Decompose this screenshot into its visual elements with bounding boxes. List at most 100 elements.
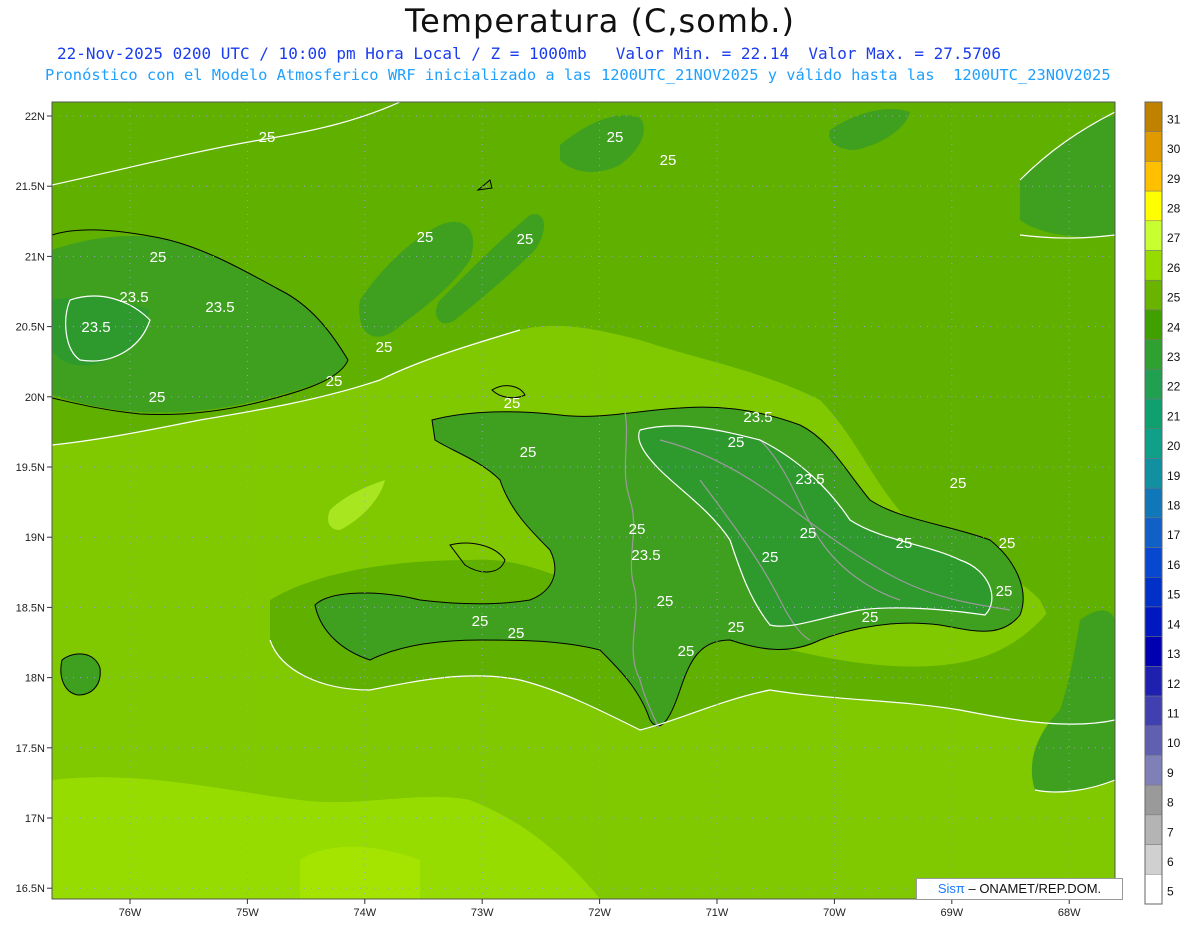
colorbar-swatch: [1144, 250, 1163, 281]
contour-label: 25: [629, 521, 646, 538]
colorbar-label: 28: [1167, 201, 1181, 215]
contour-label: 23.5: [119, 289, 148, 306]
temperature-map: 25 25 25 25 25 25 23.5 23.5 23.5 25 25 25 25 25 23.5 25…: [0, 0, 1200, 927]
colorbar-swatch: [1144, 547, 1163, 578]
colorbar-swatch: [1144, 220, 1163, 251]
contour-label: 25: [472, 613, 489, 630]
colorbar-swatch: [1144, 606, 1163, 637]
colorbar-label: 31: [1167, 112, 1181, 126]
lon-label: 76W: [119, 907, 142, 919]
colorbar-label: 8: [1167, 796, 1174, 810]
colorbar-swatch: [1144, 666, 1163, 697]
colorbar-label: 16: [1167, 558, 1181, 572]
lon-label: 74W: [353, 907, 376, 919]
lon-label: 72W: [588, 907, 611, 919]
contour-label: 25: [508, 625, 525, 642]
lon-label: 73W: [471, 907, 494, 919]
contour-label: 23.5: [631, 547, 660, 564]
colorbar-swatch: [1144, 487, 1163, 519]
lat-label: 22N: [25, 111, 45, 123]
contour-label: 23.5: [795, 471, 824, 488]
colorbar-swatch: [1144, 369, 1163, 400]
colorbar-label: 30: [1167, 142, 1181, 156]
colorbar-swatch: [1144, 161, 1163, 192]
colorbar-label: 22: [1167, 380, 1181, 394]
contour-label: 25: [520, 444, 537, 461]
colorbar-label: 21: [1167, 409, 1181, 423]
colorbar-swatch: [1144, 695, 1163, 727]
contour-label: 25: [678, 643, 695, 660]
contour-label: 25: [376, 339, 393, 356]
colorbar-label: 12: [1167, 677, 1181, 691]
contour-label: 23.5: [81, 319, 110, 336]
colorbar-label: 23: [1167, 350, 1181, 364]
colorbar-swatch: [1144, 517, 1163, 548]
contour-label: 25: [660, 152, 677, 169]
lon-label: 68W: [1058, 907, 1081, 919]
lat-label: 19N: [25, 532, 45, 544]
lon-label: 70W: [823, 907, 846, 919]
colorbar-swatch: [1144, 428, 1163, 459]
colorbar-swatch: [1144, 309, 1163, 340]
contour-label: 25: [862, 609, 879, 626]
shaded-field: [52, 102, 1115, 899]
contour-label: 25: [762, 549, 779, 566]
contour-label: 25: [728, 619, 745, 636]
contour-label: 25: [517, 231, 534, 248]
contour-label: 25: [504, 395, 521, 412]
contour-label: 25: [996, 583, 1013, 600]
colorbar-swatch: [1144, 279, 1163, 311]
lon-label: 75W: [236, 907, 259, 919]
colorbar-swatch: [1144, 755, 1163, 786]
colorbar-label: 13: [1167, 647, 1181, 661]
lat-label: 17.5N: [16, 743, 45, 755]
contour-label: 23.5: [205, 299, 234, 316]
lat-label: 17N: [25, 813, 45, 825]
colorbar-swatch: [1144, 784, 1163, 816]
contour-label: 25: [950, 475, 967, 492]
lat-label: 20N: [25, 392, 45, 404]
colorbar-label: 25: [1167, 291, 1181, 305]
lat-label: 21.5N: [16, 181, 45, 193]
contour-label: 25: [728, 434, 745, 451]
colorbar-swatch: [1144, 131, 1163, 162]
lat-label: 18.5N: [16, 602, 45, 614]
colorbar-swatch: [1144, 874, 1163, 905]
latitude-axis: 22N 21.5N 21N 20.5N 20N 19.5N 19N 18.5N 18N 17.5N…: [16, 111, 52, 895]
colorbar-swatch: [1144, 636, 1163, 667]
colorbar-label: 11: [1167, 706, 1180, 720]
contour-label: 25: [259, 129, 276, 146]
colorbar-label: 24: [1167, 320, 1181, 334]
contour-label: 25: [326, 373, 343, 390]
longitude-axis: 76W 75W 74W 73W 72W 71W 70W 69W 68W: [119, 899, 1081, 919]
lat-label: 18N: [25, 673, 45, 685]
contour-label: 23.5: [743, 409, 772, 426]
contour-label: 25: [417, 229, 434, 246]
colorbar-swatch: [1144, 190, 1163, 222]
sispi-brand: Sisπ: [937, 881, 965, 896]
contour-label: 25: [607, 129, 624, 146]
colorbar-swatch: [1144, 577, 1163, 608]
colorbar-label: 7: [1167, 825, 1174, 839]
lat-label: 19.5N: [16, 462, 45, 474]
contour-label: 25: [150, 249, 167, 266]
contour-label: 25: [149, 389, 166, 406]
lon-label: 71W: [706, 907, 729, 919]
colorbar-label: 6: [1167, 855, 1174, 869]
colorbar-swatch: [1144, 458, 1163, 489]
colorbar-label: 18: [1167, 499, 1181, 513]
colorbar-swatch: [1144, 725, 1163, 756]
colorbar-label: 27: [1167, 231, 1181, 245]
contour-label: 25: [896, 535, 913, 552]
contour-label: 25: [999, 535, 1016, 552]
contour-label: 25: [800, 525, 817, 542]
colorbar-swatch: [1144, 844, 1163, 875]
lat-label: 21N: [25, 251, 45, 263]
colorbar-label: 15: [1167, 588, 1181, 602]
colorbar-label: 5: [1167, 885, 1174, 899]
contour-label: 25: [657, 593, 674, 610]
credit-text: – ONAMET/REP.DOM.: [964, 881, 1102, 896]
colorbar-label: 19: [1167, 469, 1181, 483]
colorbar-label: 29: [1167, 172, 1181, 186]
colorbar-label: 26: [1167, 261, 1181, 275]
